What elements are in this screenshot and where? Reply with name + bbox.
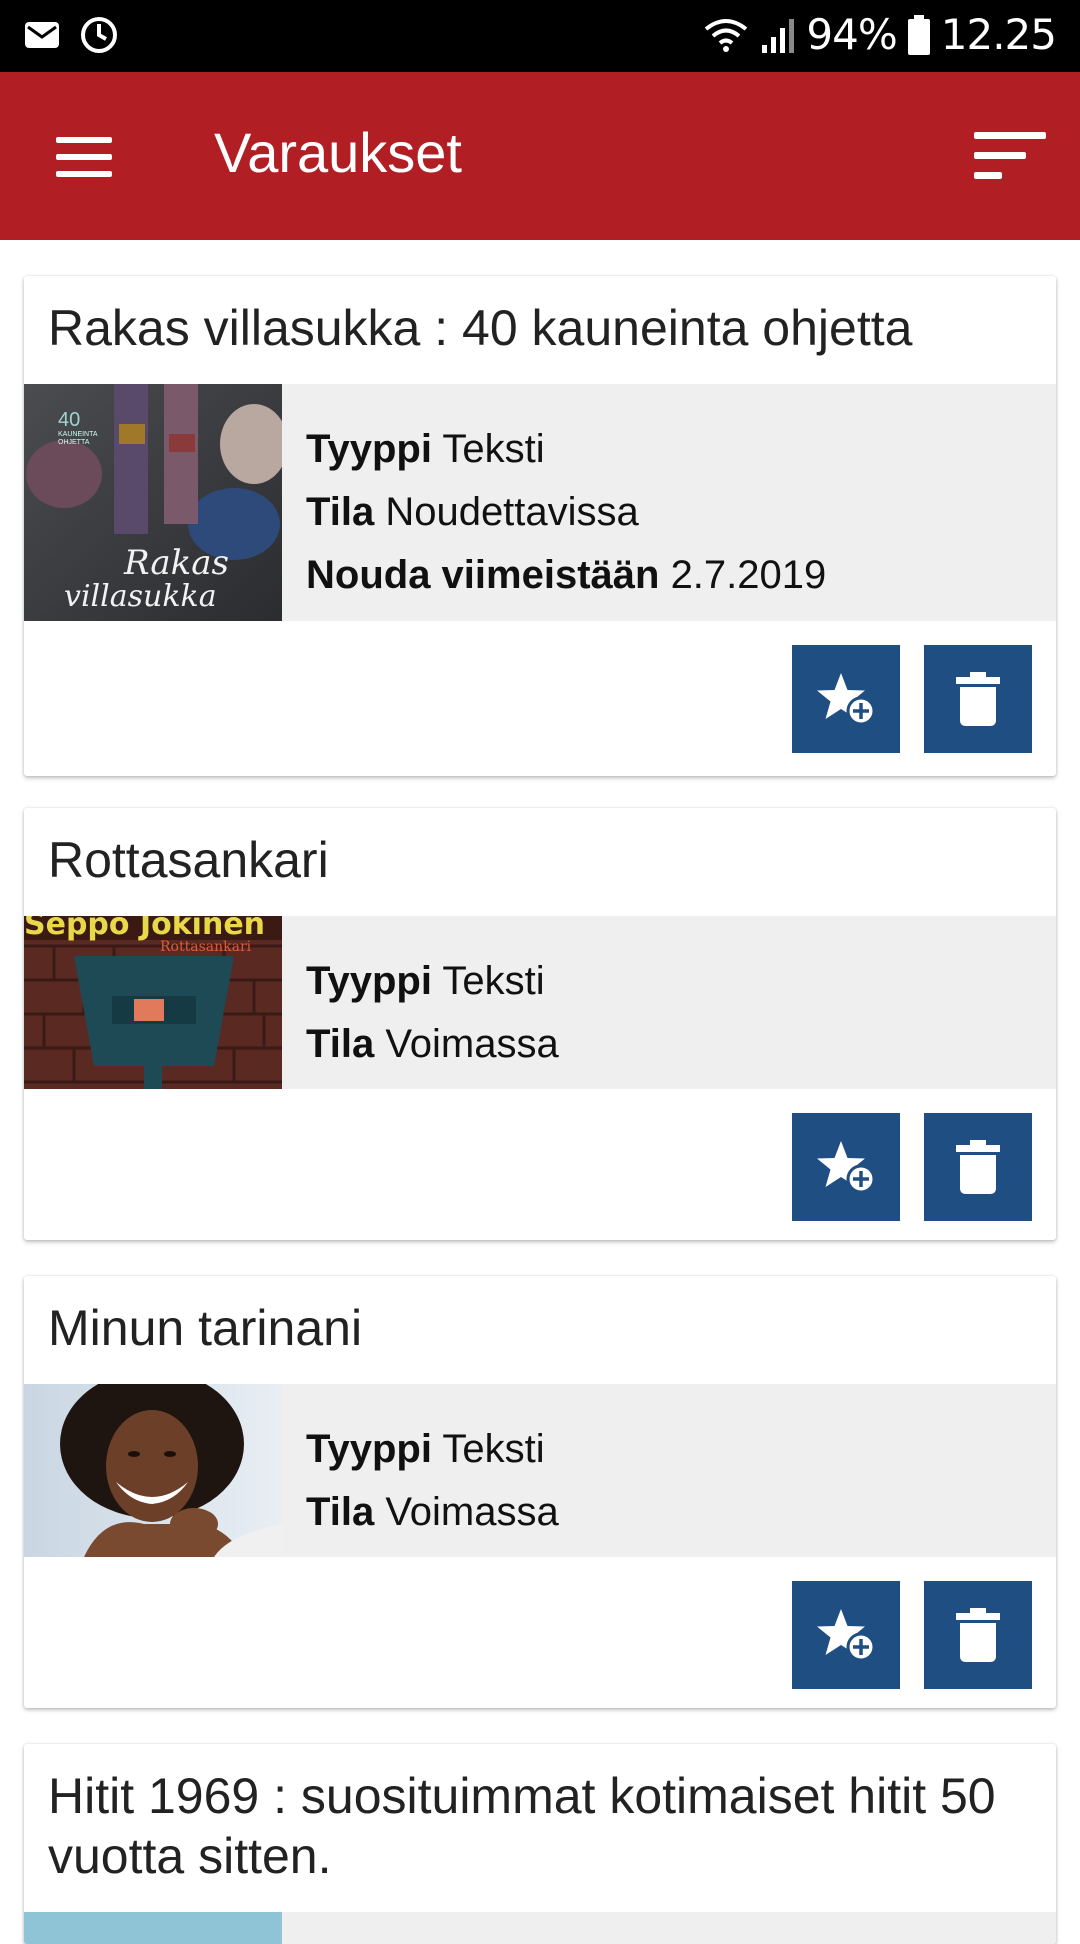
- pickup-label: Nouda viimeistään: [306, 553, 660, 597]
- battery-percent: 94%: [806, 10, 897, 59]
- delete-button[interactable]: [924, 1581, 1032, 1689]
- trash-icon: [956, 1608, 1000, 1662]
- reservation-fields: Tyyppi Teksti Tila Voimassa: [306, 1418, 559, 1544]
- cover-title-2: villasukka: [64, 579, 217, 614]
- clock: 12.25: [940, 10, 1057, 59]
- page-title: Varaukset: [214, 121, 462, 184]
- app-bar: Varaukset: [0, 72, 1080, 240]
- status-value: Noudettavissa: [385, 490, 639, 534]
- reservation-info: Tyyppi Teksti Tila Voimassa: [24, 1384, 1056, 1557]
- trash-icon: [956, 672, 1000, 726]
- reservation-title[interactable]: Hitit 1969 : suosituimmat kotimaiset hit…: [24, 1744, 1056, 1886]
- status-row: Tila Voimassa: [306, 1013, 559, 1076]
- status-label: Tila: [306, 1022, 375, 1066]
- add-favorite-button[interactable]: [792, 1113, 900, 1221]
- cover-title-1: Rakas: [123, 543, 229, 583]
- wifi-icon: [705, 18, 748, 52]
- type-value: Teksti: [442, 427, 545, 471]
- card-actions: [792, 645, 1032, 753]
- book-cover[interactable]: [24, 1384, 282, 1557]
- card-actions: [792, 1581, 1032, 1689]
- star-plus-icon: [817, 1609, 876, 1662]
- status-row: Tila Voimassa: [306, 1481, 559, 1544]
- card-actions: [792, 1113, 1032, 1221]
- type-row: Tyyppi Teksti: [306, 950, 559, 1013]
- reservation-fields: Tyyppi Teksti Tila Noudettavissa Nouda v…: [306, 418, 826, 607]
- status-value: Voimassa: [385, 1490, 559, 1534]
- type-row: Tyyppi Teksti: [306, 418, 826, 481]
- type-value: Teksti: [442, 1427, 545, 1471]
- type-label: Tyyppi: [306, 427, 432, 471]
- pickup-row: Nouda viimeistään 2.7.2019: [306, 544, 826, 607]
- reservation-card: Hitit 1969 : suosituimmat kotimaiset hit…: [24, 1744, 1056, 1944]
- sync-icon: [81, 17, 117, 53]
- battery-icon: [907, 14, 930, 55]
- cover-subtitle-2: OHJETTA: [58, 439, 90, 446]
- status-row: Tila Noudettavissa: [306, 481, 826, 544]
- book-cover[interactable]: [24, 1912, 282, 1944]
- reservation-title[interactable]: Minun tarinani: [24, 1276, 1056, 1358]
- star-plus-icon: [817, 673, 876, 726]
- cover-subtitle: KAUNEINTA: [58, 431, 98, 438]
- status-label: Tila: [306, 490, 375, 534]
- status-label: Tila: [306, 1490, 375, 1534]
- reservation-fields: Tyyppi Teksti Tila Voimassa: [306, 950, 559, 1076]
- add-favorite-button[interactable]: [792, 1581, 900, 1689]
- book-cover[interactable]: 40 KAUNEINTA OHJETTA Rakas villasukka: [24, 384, 282, 621]
- cover-title: Rottasankari: [160, 939, 252, 955]
- reservation-title[interactable]: Rottasankari: [24, 808, 1056, 890]
- star-plus-icon: [817, 1141, 876, 1194]
- type-row: Tyyppi Teksti: [306, 1418, 559, 1481]
- delete-button[interactable]: [924, 645, 1032, 753]
- type-value: Teksti: [442, 959, 545, 1003]
- status-bar: 94% 12.25: [0, 0, 1080, 72]
- sort-button[interactable]: [966, 122, 1056, 192]
- add-favorite-button[interactable]: [792, 645, 900, 753]
- status-value: Voimassa: [385, 1022, 559, 1066]
- reservation-card: Rakas villasukka : 40 kauneinta ohjetta: [24, 276, 1056, 776]
- mail-icon: [25, 22, 59, 48]
- reservation-info: Seppo Jokinen Rottasankari Tyyppi Teksti…: [24, 916, 1056, 1089]
- reservation-card: Minun tarinani Tyyppi Teksti Tila Voimas…: [24, 1276, 1056, 1708]
- reservation-info: [24, 1912, 1056, 1944]
- type-label: Tyyppi: [306, 959, 432, 1003]
- reservation-info: 40 KAUNEINTA OHJETTA Rakas villasukka Ty…: [24, 384, 1056, 621]
- trash-icon: [956, 1140, 1000, 1194]
- type-label: Tyyppi: [306, 1427, 432, 1471]
- pickup-value: 2.7.2019: [670, 553, 827, 597]
- reservation-title[interactable]: Rakas villasukka : 40 kauneinta ohjetta: [24, 276, 1056, 358]
- menu-button[interactable]: [38, 122, 130, 192]
- signal-icon: [762, 18, 795, 53]
- cover-number: 40: [58, 409, 80, 431]
- reservation-card: Rottasankari Seppo Jokinen Rottasankari …: [24, 808, 1056, 1240]
- delete-button[interactable]: [924, 1113, 1032, 1221]
- book-cover[interactable]: Seppo Jokinen Rottasankari: [24, 916, 282, 1089]
